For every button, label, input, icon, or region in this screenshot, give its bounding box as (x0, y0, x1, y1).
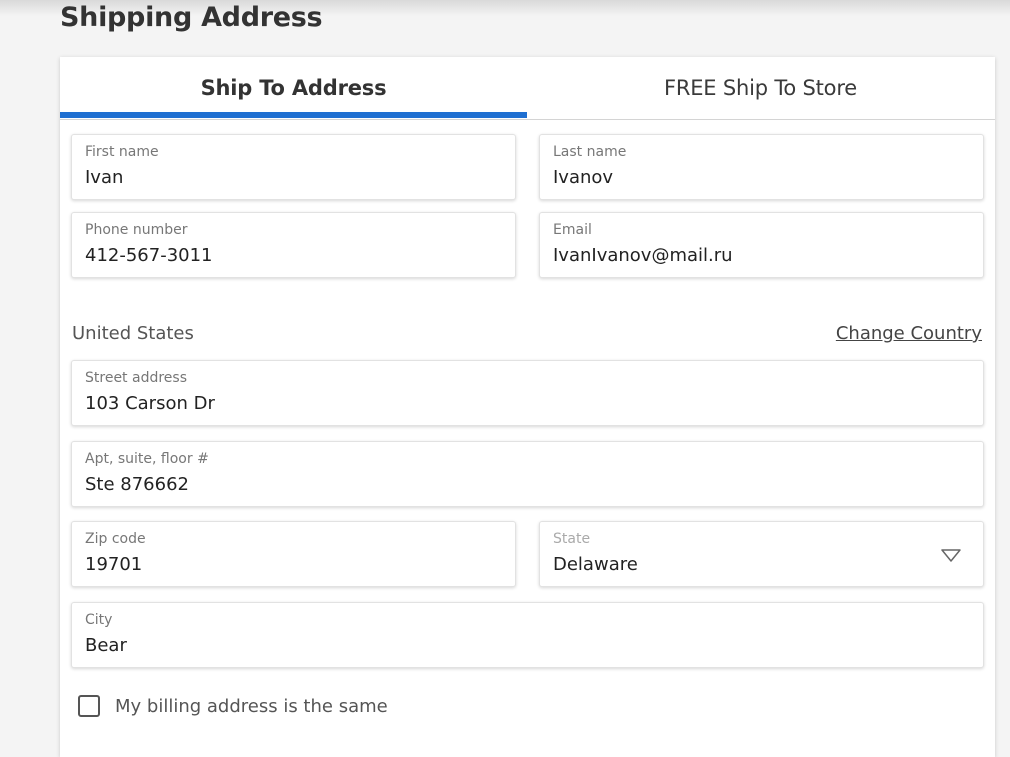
billing-same-checkbox[interactable] (78, 695, 100, 717)
chevron-down-icon (941, 548, 961, 562)
billing-same-label: My billing address is the same (115, 695, 388, 717)
country-name: United States (72, 323, 194, 344)
phone-number-value: 412-567-3011 (85, 245, 213, 266)
billing-same-option[interactable]: My billing address is the same (78, 693, 388, 719)
last-name-value: Ivanov (553, 167, 614, 188)
zip-code-field[interactable]: Zip code 19701 (71, 521, 516, 587)
city-field[interactable]: City Bear (71, 602, 984, 668)
city-label: City (85, 612, 113, 628)
zip-code-value: 19701 (85, 554, 143, 575)
email-label: Email (553, 222, 592, 238)
apt-suite-value: Ste 876662 (85, 474, 189, 495)
last-name-field[interactable]: Last name Ivanov (539, 134, 984, 200)
apt-suite-field[interactable]: Apt, suite, floor # Ste 876662 (71, 441, 984, 507)
tab-ship-to-address[interactable]: Ship To Address (60, 57, 527, 119)
last-name-label: Last name (553, 144, 627, 160)
shipping-card: Ship To Address FREE Ship To Store First… (60, 57, 995, 757)
zip-code-label: Zip code (85, 531, 146, 547)
street-address-value: 103 Carson Dr (85, 393, 215, 414)
email-value: IvanIvanov@mail.ru (553, 245, 733, 266)
city-value: Bear (85, 635, 127, 656)
first-name-label: First name (85, 144, 159, 160)
tab-ship-to-store[interactable]: FREE Ship To Store (527, 57, 994, 119)
first-name-value: Ivan (85, 167, 124, 188)
first-name-field[interactable]: First name Ivan (71, 134, 516, 200)
phone-number-field[interactable]: Phone number 412-567-3011 (71, 212, 516, 278)
phone-number-label: Phone number (85, 222, 188, 238)
page-title: Shipping Address (60, 2, 323, 33)
state-value: Delaware (553, 554, 638, 575)
state-label: State (553, 531, 591, 547)
email-field[interactable]: Email IvanIvanov@mail.ru (539, 212, 984, 278)
street-address-field[interactable]: Street address 103 Carson Dr (71, 360, 984, 426)
active-tab-indicator (60, 112, 527, 118)
apt-suite-label: Apt, suite, floor # (85, 451, 209, 467)
state-select[interactable]: State Delaware (539, 521, 984, 587)
street-address-label: Street address (85, 370, 187, 386)
change-country-link[interactable]: Change Country (836, 323, 982, 344)
shipping-tabs: Ship To Address FREE Ship To Store (60, 57, 995, 120)
